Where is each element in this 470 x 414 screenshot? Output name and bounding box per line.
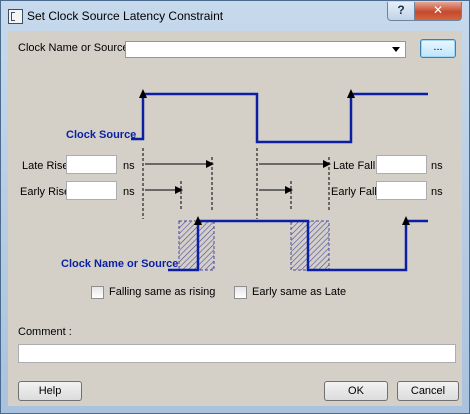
late-fall-unit: ns [431, 160, 443, 172]
fall-uncertainty-window [290, 220, 330, 271]
clock-source-waveform [131, 92, 428, 144]
help-button[interactable]: Help [18, 381, 82, 401]
early-same-box[interactable] [234, 286, 247, 299]
clock-source-label: Clock Source [66, 129, 136, 141]
late-rise-label: Late Rise [22, 160, 69, 172]
comment-label: Comment : [18, 326, 72, 338]
ok-button[interactable]: OK [324, 381, 388, 401]
early-fall-unit: ns [431, 186, 443, 198]
rise-uncertainty-window [178, 220, 215, 271]
window-title: Set Clock Source Latency Constraint [27, 9, 224, 23]
latency-arrows [145, 163, 324, 191]
late-fall-arrow-icon [323, 160, 331, 168]
late-rise-input[interactable] [66, 155, 117, 174]
dialog-window: Set Clock Source Latency Constraint ? ✕ … [0, 0, 470, 414]
dialog-body: Clock Name or Source: ... Clock Source C… [8, 31, 462, 406]
early-rise-label: Early Rise [20, 186, 71, 198]
early-rise-arrow-icon [175, 186, 183, 194]
early-fall-arrow-icon [285, 186, 293, 194]
reference-lines [142, 148, 330, 219]
falling-same-label: Falling same as rising [109, 286, 216, 298]
early-fall-label: Early Fall [331, 186, 377, 198]
early-rise-unit: ns [123, 186, 135, 198]
title-bar[interactable]: Set Clock Source Latency Constraint ? ✕ [1, 1, 469, 31]
title-close-button[interactable]: ✕ [414, 2, 462, 21]
title-help-button[interactable]: ? [387, 2, 415, 21]
falling-same-box[interactable] [91, 286, 104, 299]
late-rise-arrow-icon [206, 160, 214, 168]
clock-name-diagram-label: Clock Name or Source [61, 258, 178, 270]
early-same-label: Early same as Late [252, 286, 347, 298]
early-rise-input[interactable] [66, 181, 117, 200]
comment-input[interactable] [18, 344, 456, 363]
app-icon [8, 9, 23, 24]
late-fall-label: Late Fall [333, 160, 376, 172]
late-rise-unit: ns [123, 160, 135, 172]
late-fall-input[interactable] [376, 155, 427, 174]
cancel-button[interactable]: Cancel [397, 381, 459, 401]
early-fall-input[interactable] [376, 181, 427, 200]
